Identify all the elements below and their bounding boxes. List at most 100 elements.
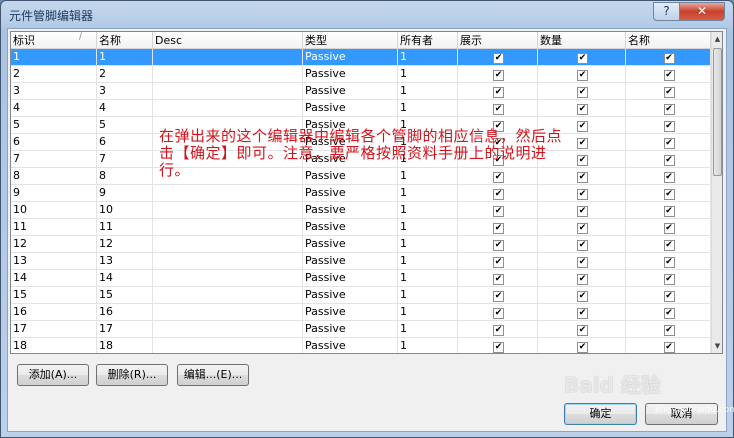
table-row[interactable]: 13 13 Passive 1 ✔ ✔ ✔ — [11, 253, 711, 270]
quantity-checkbox[interactable]: ✔ — [577, 189, 588, 200]
table-row[interactable]: 15 15 Passive 1 ✔ ✔ ✔ — [11, 287, 711, 304]
cell-name[interactable]: 12 — [97, 236, 153, 253]
cell-id[interactable]: 14 — [11, 270, 97, 287]
cell-type[interactable]: Passive — [303, 236, 398, 253]
column-header-name[interactable]: 名称 — [97, 32, 153, 49]
cell-desc[interactable] — [153, 219, 303, 236]
cell-owner[interactable]: 1 — [398, 270, 458, 287]
quantity-checkbox[interactable]: ✔ — [577, 342, 588, 353]
cell-owner[interactable]: 1 — [398, 321, 458, 338]
quantity-checkbox[interactable]: ✔ — [577, 291, 588, 302]
cell-owner[interactable]: 1 — [398, 287, 458, 304]
cell-owner[interactable]: 1 — [398, 236, 458, 253]
cell-desc[interactable] — [153, 236, 303, 253]
cell-name[interactable]: 2 — [97, 66, 153, 83]
cell-type[interactable]: Passive — [303, 270, 398, 287]
cell-owner[interactable]: 1 — [398, 83, 458, 100]
show-name-checkbox[interactable]: ✔ — [663, 257, 675, 268]
cell-type[interactable]: Passive — [303, 304, 398, 321]
column-header-type[interactable]: 类型 — [303, 32, 398, 49]
quantity-checkbox[interactable]: ✔ — [577, 155, 588, 166]
cell-name[interactable]: 3 — [97, 83, 153, 100]
show-checkbox[interactable]: ✔ — [493, 53, 504, 64]
cell-type[interactable]: Passive — [303, 253, 398, 270]
cell-name[interactable]: 14 — [97, 270, 153, 287]
column-header-id[interactable]: 标识 — [11, 32, 97, 49]
cell-owner[interactable]: 1 — [398, 304, 458, 321]
cell-type[interactable]: Passive — [303, 338, 398, 353]
cell-type[interactable]: Passive — [303, 83, 398, 100]
cell-id[interactable]: 10 — [11, 202, 97, 219]
quantity-checkbox[interactable]: ✔ — [577, 308, 588, 319]
cell-desc[interactable] — [153, 338, 303, 353]
edit-button[interactable]: 编辑...(E)... — [177, 364, 249, 386]
cell-owner[interactable]: 1 — [398, 49, 458, 66]
cell-owner[interactable]: 1 — [398, 66, 458, 83]
column-header-desc[interactable]: Desc — [153, 32, 303, 49]
quantity-checkbox[interactable]: ✔ — [577, 104, 588, 115]
show-checkbox[interactable]: ✔ — [493, 70, 504, 81]
quantity-checkbox[interactable]: ✔ — [577, 257, 588, 268]
show-name-checkbox[interactable]: ✔ — [663, 87, 675, 98]
show-name-checkbox[interactable]: ✔ — [663, 325, 675, 336]
quantity-checkbox[interactable]: ✔ — [577, 172, 588, 183]
table-row[interactable]: 16 16 Passive 1 ✔ ✔ ✔ — [11, 304, 711, 321]
cell-desc[interactable] — [153, 304, 303, 321]
table-row[interactable]: 1 1 Passive 1 ✔ ✔ ✔ — [11, 49, 711, 66]
cell-id[interactable]: 17 — [11, 321, 97, 338]
scrollbar-thumb[interactable] — [713, 48, 722, 176]
show-checkbox[interactable]: ✔ — [493, 325, 504, 336]
show-checkbox[interactable]: ✔ — [493, 257, 504, 268]
show-checkbox[interactable]: ✔ — [493, 274, 504, 285]
quantity-checkbox[interactable]: ✔ — [577, 240, 588, 251]
help-button[interactable]: ? — [653, 2, 679, 21]
show-checkbox[interactable]: ✔ — [493, 342, 504, 353]
cell-desc[interactable] — [153, 100, 303, 117]
table-row[interactable]: 3 3 Passive 1 ✔ ✔ ✔ — [11, 83, 711, 100]
cell-name[interactable]: 17 — [97, 321, 153, 338]
column-header-owner[interactable]: 所有者 — [398, 32, 458, 49]
cell-desc[interactable] — [153, 202, 303, 219]
column-header-quantity[interactable]: 数量 — [538, 32, 626, 49]
cell-type[interactable]: Passive — [303, 321, 398, 338]
cell-type[interactable]: Passive — [303, 185, 398, 202]
cell-desc[interactable] — [153, 66, 303, 83]
cell-type[interactable]: Passive — [303, 219, 398, 236]
cell-id[interactable]: 4 — [11, 100, 97, 117]
cell-owner[interactable]: 1 — [398, 202, 458, 219]
cell-id[interactable]: 2 — [11, 66, 97, 83]
cell-desc[interactable] — [153, 270, 303, 287]
show-name-checkbox[interactable]: ✔ — [663, 70, 675, 81]
scroll-up-arrow-icon[interactable]: ▲ — [712, 32, 722, 46]
cell-desc[interactable] — [153, 321, 303, 338]
quantity-checkbox[interactable]: ✔ — [577, 274, 588, 285]
quantity-checkbox[interactable]: ✔ — [577, 121, 588, 132]
cell-name[interactable]: 7 — [97, 151, 153, 168]
show-checkbox[interactable]: ✔ — [493, 291, 504, 302]
column-header-show-name[interactable]: 名称 — [626, 32, 711, 49]
table-row[interactable]: 2 2 Passive 1 ✔ ✔ ✔ — [11, 66, 711, 83]
cell-owner[interactable]: 1 — [398, 185, 458, 202]
show-checkbox[interactable]: ✔ — [493, 87, 504, 98]
column-header-show[interactable]: 展示 — [458, 32, 538, 49]
cell-name[interactable]: 18 — [97, 338, 153, 353]
show-checkbox[interactable]: ✔ — [493, 206, 504, 217]
quantity-checkbox[interactable]: ✔ — [577, 223, 588, 234]
cell-id[interactable]: 15 — [11, 287, 97, 304]
cell-id[interactable]: 3 — [11, 83, 97, 100]
scroll-down-arrow-icon[interactable]: ▼ — [712, 339, 722, 353]
show-checkbox[interactable]: ✔ — [493, 189, 504, 200]
show-name-checkbox[interactable]: ✔ — [663, 206, 675, 217]
cell-id[interactable]: 7 — [11, 151, 97, 168]
show-name-checkbox[interactable]: ✔ — [663, 104, 675, 115]
quantity-checkbox[interactable]: ✔ — [577, 206, 588, 217]
show-name-checkbox[interactable]: ✔ — [663, 223, 675, 234]
show-name-checkbox[interactable]: ✔ — [663, 189, 675, 200]
cell-name[interactable]: 6 — [97, 134, 153, 151]
cell-name[interactable]: 10 — [97, 202, 153, 219]
cell-name[interactable]: 11 — [97, 219, 153, 236]
cell-id[interactable]: 18 — [11, 338, 97, 353]
table-row[interactable]: 9 9 Passive 1 ✔ ✔ ✔ — [11, 185, 711, 202]
show-name-checkbox[interactable]: ✔ — [663, 342, 675, 353]
show-checkbox[interactable]: ✔ — [493, 223, 504, 234]
